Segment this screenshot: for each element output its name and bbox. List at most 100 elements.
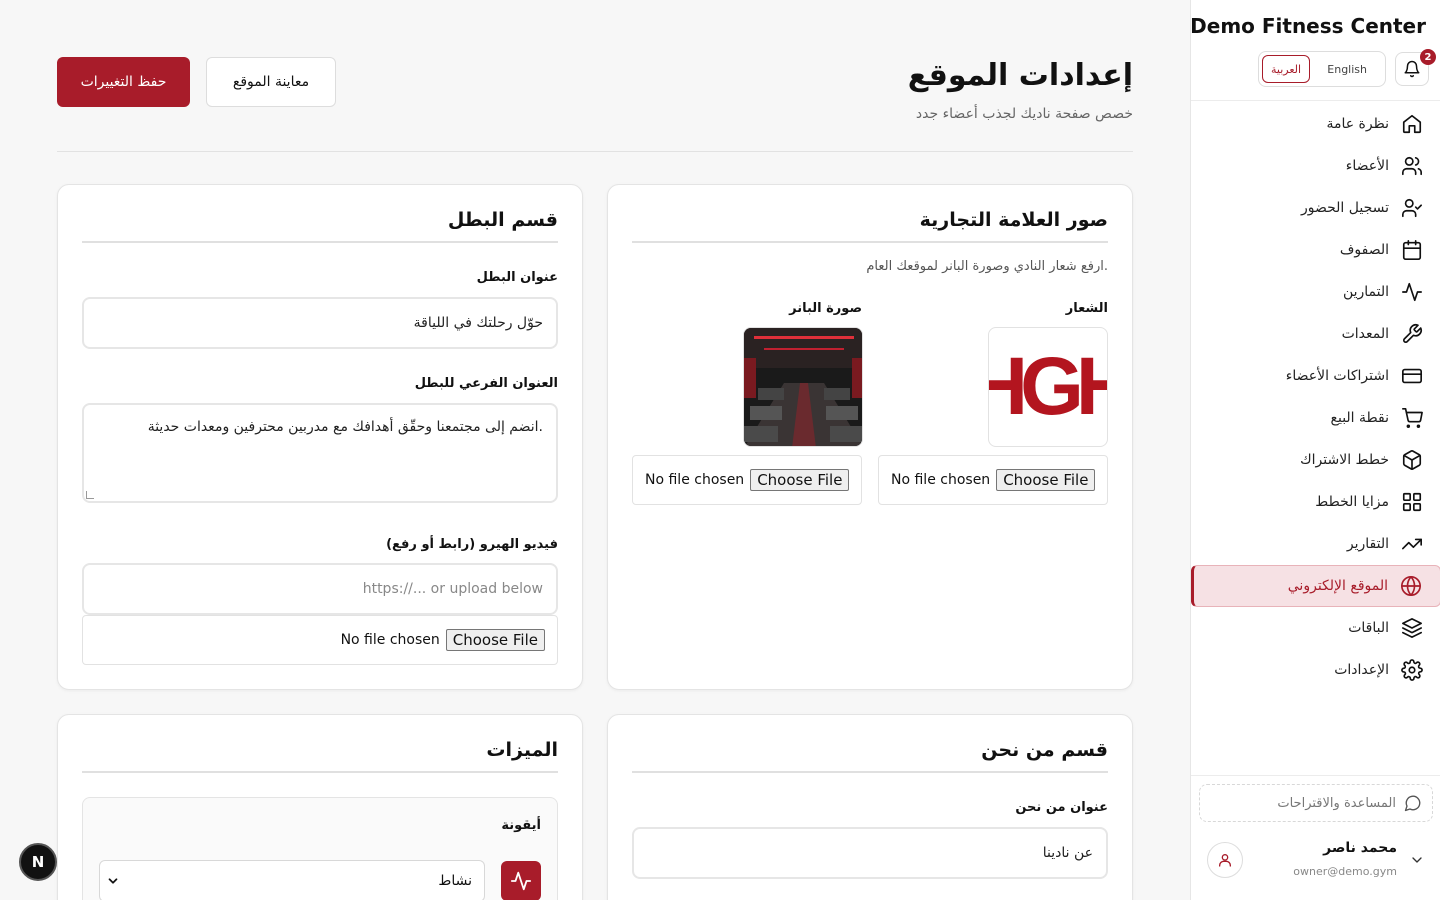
about-heading-input[interactable]: عن نادينا: [632, 827, 1108, 879]
header-divider: [57, 151, 1133, 152]
sidebar-item-label: مزايا الخطط: [1315, 494, 1389, 510]
sidebar-item-member-subscriptions[interactable]: اشتراكات الأعضاء: [1191, 355, 1440, 397]
hero-heading-label: عنوان البطل: [476, 270, 558, 285]
choose-file-button[interactable]: Choose File: [445, 629, 545, 651]
user-menu[interactable]: محمد ناصر owner@demo.gym: [1191, 830, 1440, 890]
gear-icon: [1401, 659, 1423, 681]
card-divider: [82, 241, 558, 243]
sidebar-divider: [1191, 100, 1440, 101]
language-switcher: العربية English: [1258, 51, 1386, 87]
home-icon: [1402, 114, 1422, 134]
hero-video-url-input[interactable]: https://... or upload below: [82, 563, 558, 615]
hero-video-label: فيديو الهيرو (رابط أو رفع): [386, 537, 558, 552]
about-section-card: قسم من نحن عنوان من نحن عن نادينا: [607, 714, 1133, 900]
package-icon: [1402, 450, 1422, 470]
sidebar-item-label: التقارير: [1346, 536, 1389, 552]
brand-name: Demo Fitness Center: [1190, 14, 1426, 38]
help-feedback-button[interactable]: المساعدة والاقتراحات: [1199, 784, 1433, 822]
hero-heading-input[interactable]: حوّل رحلتك في اللياقة: [82, 297, 558, 349]
dev-tools-badge[interactable]: N: [19, 843, 57, 881]
avatar: [1207, 842, 1243, 878]
sidebar-item-reports[interactable]: التقارير: [1191, 523, 1440, 565]
user-icon: [1219, 854, 1231, 867]
sidebar-item-label: نظرة عامة: [1326, 116, 1389, 132]
user-check-icon: [1402, 198, 1422, 218]
sidebar-item-subscription-plans[interactable]: خطط الاشتراك: [1191, 439, 1440, 481]
credit-card-icon: [1402, 368, 1422, 384]
card-title: قسم من نحن: [981, 739, 1108, 761]
banner-preview: [743, 327, 863, 447]
calendar-icon: [1402, 240, 1422, 260]
hero-section-card: قسم البطل عنوان البطل حوّل رحلتك في اللي…: [57, 184, 583, 690]
brand-images-card: صور العلامة التجارية ارفع شعار النادي وص…: [607, 184, 1133, 690]
banner-label: صورة البانر: [789, 301, 862, 316]
choose-file-button[interactable]: Choose File: [996, 469, 1096, 491]
logo-preview: HGH: [988, 327, 1108, 447]
banner-file-input[interactable]: No file chosen Choose File: [632, 455, 862, 505]
card-title: صور العلامة التجارية: [919, 209, 1108, 231]
sidebar-item-label: الموقع الإلكتروني: [1287, 578, 1388, 594]
cart-icon: [1402, 408, 1423, 428]
bell-icon: [1404, 60, 1420, 78]
feature-icon-preview: [501, 861, 541, 900]
sidebar-item-overview[interactable]: نظرة عامة: [1191, 103, 1440, 145]
hero-subtitle-textarea[interactable]: انضم إلى مجتمعنا وحقّق أهدافك مع مدربين …: [82, 403, 558, 503]
sidebar-item-packages[interactable]: الباقات: [1191, 607, 1440, 649]
hero-subtitle-label: العنوان الفرعي للبطل: [414, 376, 558, 391]
choose-file-button[interactable]: Choose File: [750, 469, 850, 491]
brand-images-description: ارفع شعار النادي وصورة البانر لموقعك الع…: [866, 259, 1108, 274]
users-icon: [1402, 156, 1422, 176]
sidebar-item-label: نقطة البيع: [1330, 410, 1389, 426]
sidebar-item-label: خطط الاشتراك: [1300, 452, 1389, 468]
sidebar-item-classes[interactable]: الصفوف: [1191, 229, 1440, 271]
logo-wordmark: HGH: [989, 341, 1107, 432]
sidebar-item-plan-features[interactable]: مزايا الخطط: [1191, 481, 1440, 523]
sidebar-item-attendance[interactable]: تسجيل الحضور: [1191, 187, 1440, 229]
notification-count-badge: 2: [1420, 49, 1436, 65]
help-label: المساعدة والاقتراحات: [1277, 795, 1396, 811]
trending-up-icon: [1402, 538, 1422, 550]
sidebar-item-label: الصفوف: [1339, 242, 1389, 258]
save-changes-button[interactable]: حفظ التغييرات: [57, 57, 190, 107]
sidebar-item-label: الإعدادات: [1334, 662, 1389, 678]
file-status: No file chosen: [891, 472, 991, 488]
feature-icon-label: أيقونة: [501, 818, 541, 833]
page-subtitle: خصص صفحة ناديك لجذب أعضاء جدد: [915, 106, 1133, 122]
card-divider: [632, 771, 1108, 773]
activity-icon: [1402, 282, 1422, 302]
sidebar-item-label: تسجيل الحضور: [1300, 200, 1389, 216]
hero-video-file-input[interactable]: No file chosen Choose File: [82, 615, 558, 665]
sidebar-item-label: التمارين: [1342, 284, 1389, 300]
grid-icon: [1402, 492, 1422, 512]
sidebar-item-website[interactable]: الموقع الإلكتروني: [1191, 565, 1440, 607]
preview-site-button[interactable]: معاينة الموقع: [206, 57, 336, 107]
chevron-down-icon: [108, 878, 118, 884]
sidebar-item-label: اشتراكات الأعضاء: [1285, 368, 1389, 384]
feature-icon-select[interactable]: نشاط: [99, 860, 485, 900]
feature-icon-value: نشاط: [438, 873, 472, 889]
sidebar: Demo Fitness Center العربية English 2 نظ…: [1190, 0, 1440, 900]
sidebar-item-settings[interactable]: الإعدادات: [1191, 649, 1440, 691]
globe-icon: [1401, 576, 1421, 596]
card-divider: [82, 771, 558, 773]
sidebar-item-members[interactable]: الأعضاء: [1191, 145, 1440, 187]
features-card: الميزات أيقونة نشاط: [57, 714, 583, 900]
language-arabic-button[interactable]: العربية: [1262, 55, 1311, 83]
user-email: owner@demo.gym: [1293, 865, 1397, 878]
sidebar-item-point-of-sale[interactable]: نقطة البيع: [1191, 397, 1440, 439]
about-heading-label: عنوان من نحن: [1015, 800, 1108, 815]
sidebar-item-label: المعدات: [1341, 326, 1389, 342]
sidebar-item-label: الأعضاء: [1345, 158, 1389, 174]
file-status: No file chosen: [645, 472, 745, 488]
user-name: محمد ناصر: [1323, 840, 1397, 856]
resize-handle[interactable]: [86, 491, 94, 499]
sidebar-item-equipment[interactable]: المعدات: [1191, 313, 1440, 355]
language-english-button[interactable]: English: [1318, 55, 1376, 83]
card-title: الميزات: [486, 739, 558, 761]
logo-file-input[interactable]: No file chosen Choose File: [878, 455, 1108, 505]
card-divider: [632, 241, 1108, 243]
message-circle-icon: [1404, 795, 1421, 812]
sidebar-footer-divider: [1191, 775, 1440, 776]
sidebar-nav: نظرة عامة الأعضاء تسجيل الحضور الصفوف ال…: [1191, 103, 1440, 691]
sidebar-item-workouts[interactable]: التمارين: [1191, 271, 1440, 313]
